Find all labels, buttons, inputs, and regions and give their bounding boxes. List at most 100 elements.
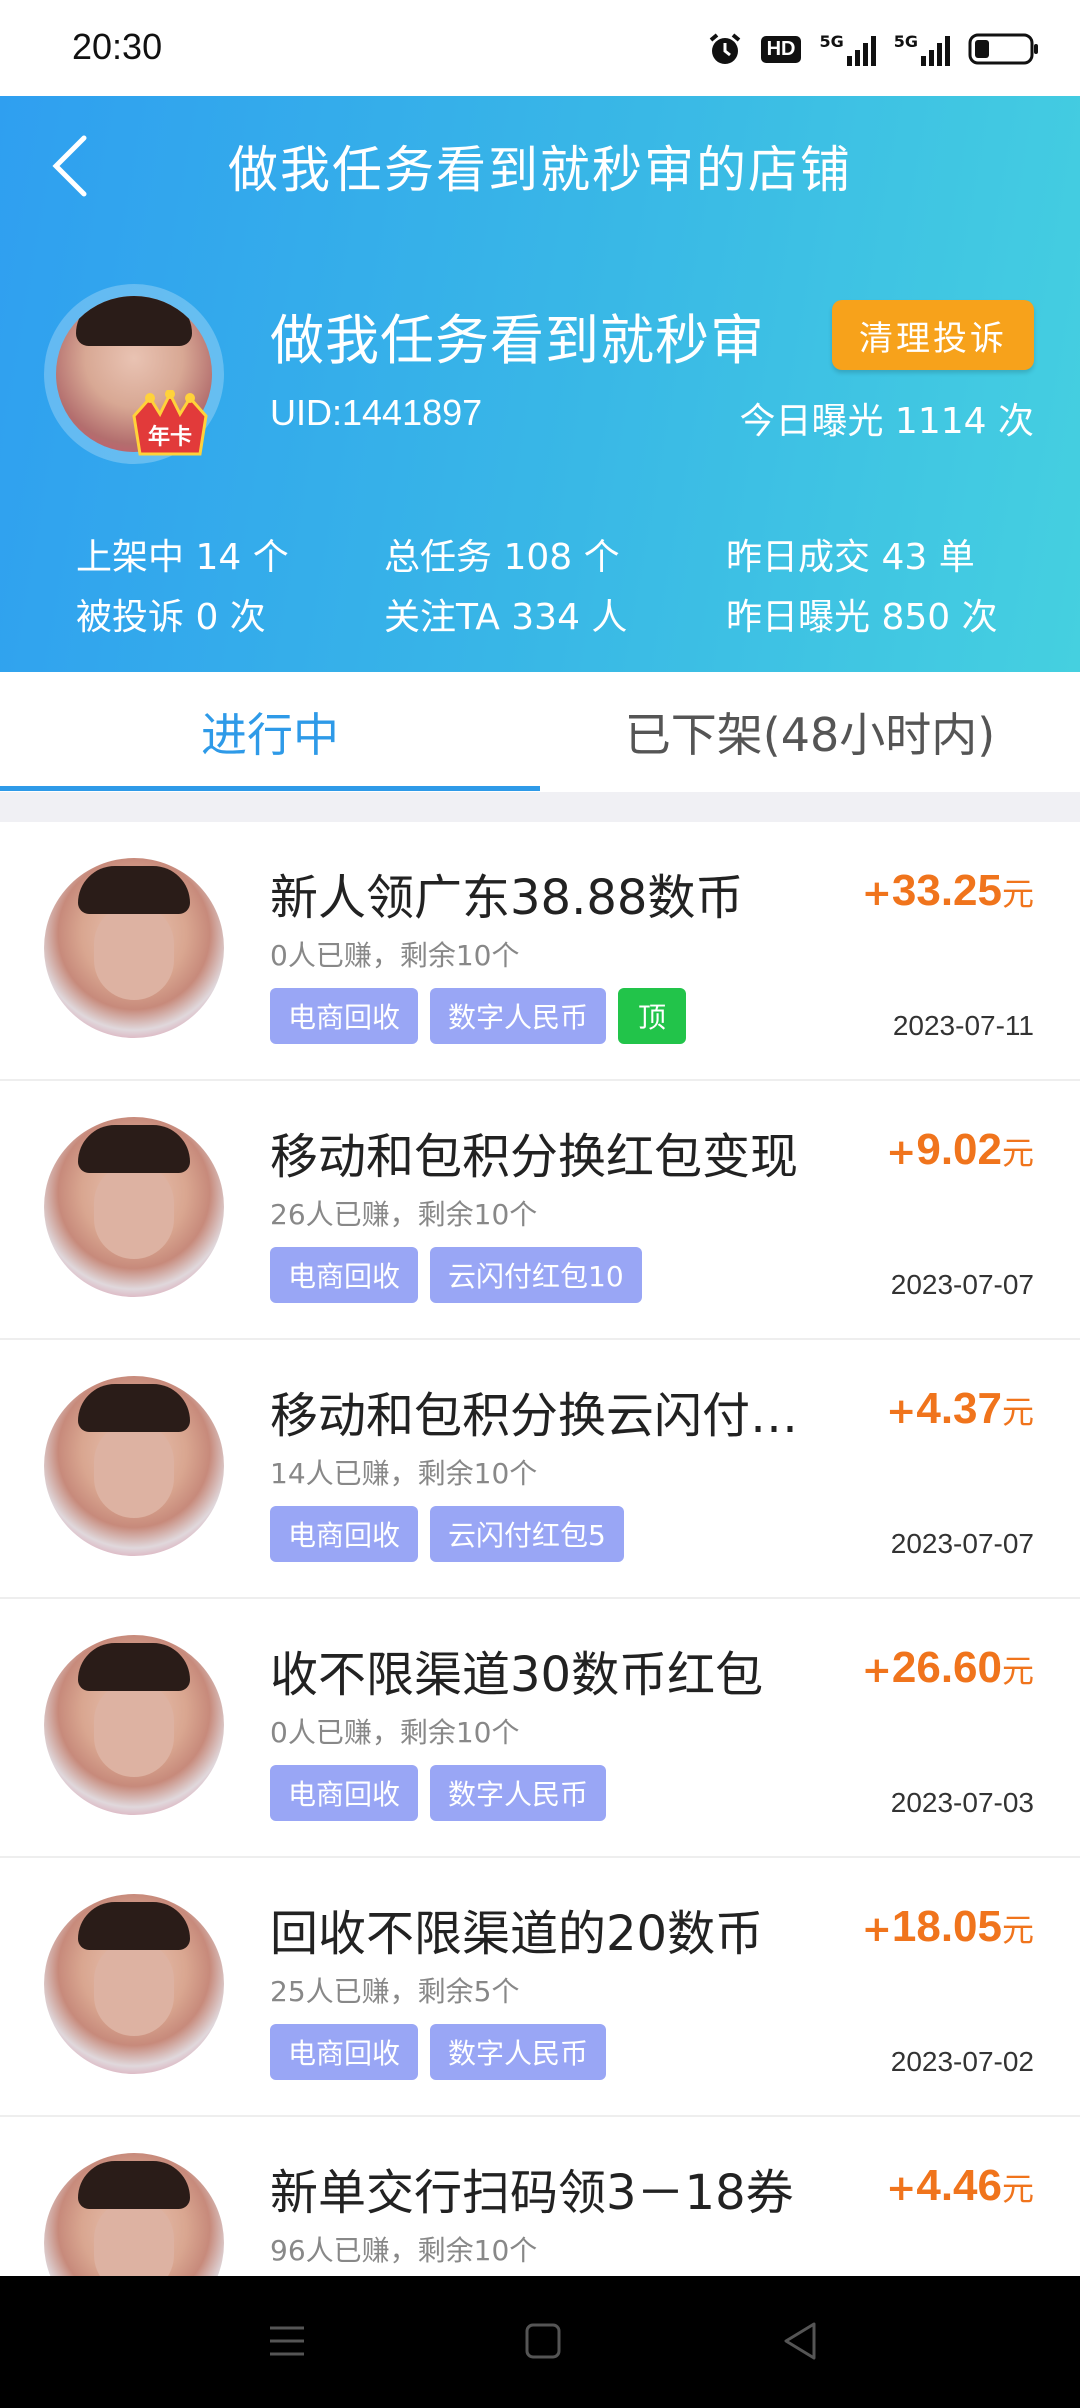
reward-plus: + [886, 2168, 917, 2209]
task-title: 新人领广东38.88数币 [270, 870, 744, 926]
task-reward: +26.60元 [862, 1643, 1034, 1693]
task-meta: 26人已赚，剩余10个 [270, 1198, 538, 1231]
task-tags: 电商回收 数字人民币 [270, 1765, 607, 1821]
page-title: 做我任务看到就秒审的店铺 [228, 141, 852, 199]
stat-yesterday-exposure: 昨日曝光 850 次 [726, 597, 998, 638]
task-tags: 电商回收 数字人民币 顶 [270, 988, 687, 1044]
tag: 电商回收 [270, 2024, 419, 2080]
shop-header: 做我任务看到就秒审的店铺 年卡 做我任务看到就秒审 UID:1441897 清理… [0, 96, 1080, 672]
status-icons: HD 5G 5G [707, 24, 1040, 74]
tab-underline [0, 786, 540, 791]
signal-5g-icon: 5G [819, 32, 876, 66]
task-item[interactable]: 移动和包积分换云闪付… 14人已赚，剩余10个 电商回收 云闪付红包5 +4.3… [0, 1340, 1080, 1599]
task-title: 新单交行扫码领3－18券 [270, 2165, 794, 2221]
hd-icon: HD [760, 35, 802, 63]
shop-uid: UID:1441897 [270, 392, 483, 433]
signal-5g-icon: 5G [894, 32, 950, 66]
reward-unit: 元 [1001, 1652, 1034, 1690]
tag: 数字人民币 [430, 2024, 607, 2080]
stat-yesterday-deals: 昨日成交 43 单 [726, 537, 975, 578]
shop-name: 做我任务看到就秒审 [270, 309, 765, 372]
task-tags: 电商回收 云闪付红包10 [270, 1247, 642, 1303]
tag: 数字人民币 [430, 988, 607, 1044]
reward-plus: + [886, 1132, 917, 1173]
reward-unit: 元 [1001, 1393, 1034, 1431]
system-nav-bar [0, 2276, 1080, 2408]
task-date: 2023-07-07 [890, 1269, 1034, 1300]
reward-amount: 4.37 [916, 1384, 1002, 1433]
task-tabs: 进行中 已下架(48小时内) [0, 672, 1080, 792]
task-meta: 96人已赚，剩余10个 [270, 2234, 538, 2267]
avatar [44, 1376, 224, 1556]
task-date: 2023-07-11 [892, 1010, 1034, 1041]
task-reward: +4.37元 [886, 1384, 1034, 1434]
status-bar: 20:30 HD 5G 5G [0, 0, 1080, 96]
task-tags: 电商回收 云闪付红包5 [270, 1506, 624, 1562]
reward-amount: 9.02 [916, 1125, 1002, 1174]
task-meta: 14人已赚，剩余10个 [270, 1457, 538, 1490]
clear-complaints-button[interactable]: 清理投诉 [832, 300, 1034, 370]
stat-complaints: 被投诉 0 次 [76, 597, 266, 638]
tag: 电商回收 [270, 988, 419, 1044]
task-list: 新人领广东38.88数币 0人已赚，剩余10个 电商回收 数字人民币 顶 +33… [0, 822, 1080, 2374]
back-triangle-icon[interactable] [776, 2316, 826, 2366]
task-title: 收不限渠道30数币红包 [270, 1647, 764, 1703]
reward-amount: 33.25 [891, 866, 1002, 915]
reward-plus: + [861, 1909, 892, 1950]
status-time: 20:30 [72, 26, 163, 67]
reward-unit: 元 [1001, 875, 1034, 913]
task-item[interactable]: 回收不限渠道的20数币 25人已赚，剩余5个 电商回收 数字人民币 +18.05… [0, 1858, 1080, 2117]
task-title: 回收不限渠道的20数币 [270, 1906, 764, 1962]
divider [0, 792, 1080, 822]
task-item[interactable]: 移动和包积分换红包变现 26人已赚，剩余10个 电商回收 云闪付红包10 +9.… [0, 1081, 1080, 1340]
avatar [44, 858, 224, 1038]
task-date: 2023-07-07 [890, 1528, 1034, 1559]
tab-active-tasks[interactable]: 进行中 [0, 672, 540, 792]
task-meta: 25人已赚，剩余5个 [270, 1975, 520, 2008]
net-label: 5G [819, 32, 844, 51]
menu-icon[interactable] [262, 2316, 312, 2366]
avatar [44, 1117, 224, 1297]
reward-unit: 元 [1001, 1134, 1034, 1172]
tab-removed-tasks[interactable]: 已下架(48小时内) [540, 672, 1080, 792]
task-date: 2023-07-03 [890, 1787, 1034, 1818]
reward-plus: + [886, 1391, 917, 1432]
reward-amount: 26.60 [891, 1643, 1002, 1692]
tag: 电商回收 [270, 1247, 419, 1303]
stat-followers: 关注TA 334 人 [384, 597, 628, 638]
task-title: 移动和包积分换红包变现 [270, 1129, 799, 1185]
badge-text: 年卡 [148, 424, 192, 450]
task-meta: 0人已赚，剩余10个 [270, 1716, 520, 1749]
home-square-icon[interactable] [518, 2316, 568, 2366]
avatar [44, 1894, 224, 2074]
reward-plus: + [861, 1650, 892, 1691]
reward-amount: 4.46 [916, 2161, 1002, 2210]
battery-icon [968, 33, 1038, 65]
task-reward: +33.25元 [862, 866, 1034, 916]
top-tag: 顶 [618, 988, 687, 1044]
stat-listed: 上架中 14 个 [76, 537, 289, 578]
tag: 云闪付红包5 [430, 1506, 624, 1562]
tag: 电商回收 [270, 1765, 419, 1821]
task-title: 移动和包积分换云闪付… [270, 1388, 799, 1444]
crown-badge-icon: 年卡 [132, 390, 208, 456]
reward-unit: 元 [1001, 2170, 1034, 2208]
reward-plus: + [861, 873, 892, 914]
tag: 数字人民币 [430, 1765, 607, 1821]
net-label: 5G [893, 32, 918, 51]
tag: 云闪付红包10 [430, 1247, 642, 1303]
tag: 电商回收 [270, 1506, 419, 1562]
today-exposure: 今日曝光 1114 次 [739, 401, 1034, 442]
task-item[interactable]: 收不限渠道30数币红包 0人已赚，剩余10个 电商回收 数字人民币 +26.60… [0, 1599, 1080, 1858]
stat-total-tasks: 总任务 108 个 [384, 537, 620, 578]
task-date: 2023-07-02 [890, 2046, 1034, 2077]
reward-unit: 元 [1001, 1911, 1034, 1949]
alarm-icon [709, 33, 740, 64]
task-reward: +18.05元 [862, 1902, 1034, 1952]
task-tags: 电商回收 数字人民币 [270, 2024, 607, 2080]
reward-amount: 18.05 [891, 1902, 1002, 1951]
avatar [44, 1635, 224, 1815]
task-meta: 0人已赚，剩余10个 [270, 939, 520, 972]
task-item[interactable]: 新人领广东38.88数币 0人已赚，剩余10个 电商回收 数字人民币 顶 +33… [0, 822, 1080, 1081]
task-reward: +4.46元 [886, 2161, 1034, 2211]
